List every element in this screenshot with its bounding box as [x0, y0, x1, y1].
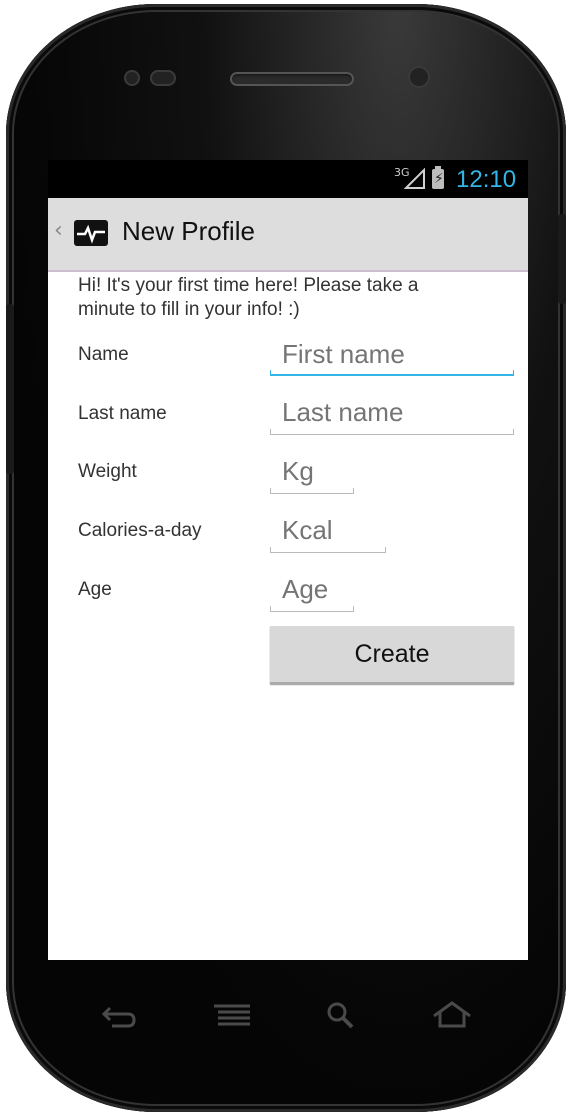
sensor-icon — [150, 70, 176, 86]
heartbeat-app-icon[interactable] — [74, 220, 108, 246]
calories-input[interactable] — [270, 510, 386, 550]
calories-underline — [270, 547, 386, 553]
power-button — [558, 214, 566, 304]
signal-icon — [404, 168, 425, 189]
last-name-label: Last name — [78, 403, 167, 424]
first-name-input[interactable] — [270, 334, 514, 374]
first-name-underline — [270, 370, 514, 376]
calories-label: Calories-a-day — [78, 520, 202, 541]
earpiece-speaker — [230, 72, 354, 86]
status-bar: 3G ⚡ 12:10 — [48, 160, 528, 198]
name-label: Name — [78, 344, 129, 365]
screen: 3G ⚡ 12:10 ‹ New Profile Hi! It's your f… — [48, 160, 528, 960]
weight-label: Weight — [78, 461, 137, 482]
age-underline — [270, 606, 354, 612]
search-icon[interactable] — [322, 1000, 362, 1030]
back-icon[interactable] — [98, 1000, 138, 1030]
create-button[interactable]: Create — [270, 626, 514, 684]
age-label: Age — [78, 579, 112, 600]
action-bar: ‹ New Profile — [48, 198, 528, 272]
sensor-icon — [124, 70, 140, 86]
page-title: New Profile — [122, 216, 255, 246]
home-icon[interactable] — [432, 1000, 472, 1030]
menu-icon[interactable] — [212, 1000, 252, 1030]
last-name-input[interactable] — [270, 392, 514, 432]
volume-button — [6, 304, 14, 474]
weight-underline — [270, 488, 354, 494]
front-camera-icon — [408, 66, 430, 88]
intro-text: Hi! It's your first time here! Please ta… — [78, 275, 419, 320]
last-name-underline — [270, 429, 514, 435]
up-caret-icon[interactable]: ‹ — [54, 218, 63, 243]
battery-charging-icon: ⚡ — [432, 166, 444, 189]
age-input[interactable] — [270, 569, 354, 609]
weight-input[interactable] — [270, 451, 354, 491]
status-clock: 12:10 — [456, 166, 517, 193]
